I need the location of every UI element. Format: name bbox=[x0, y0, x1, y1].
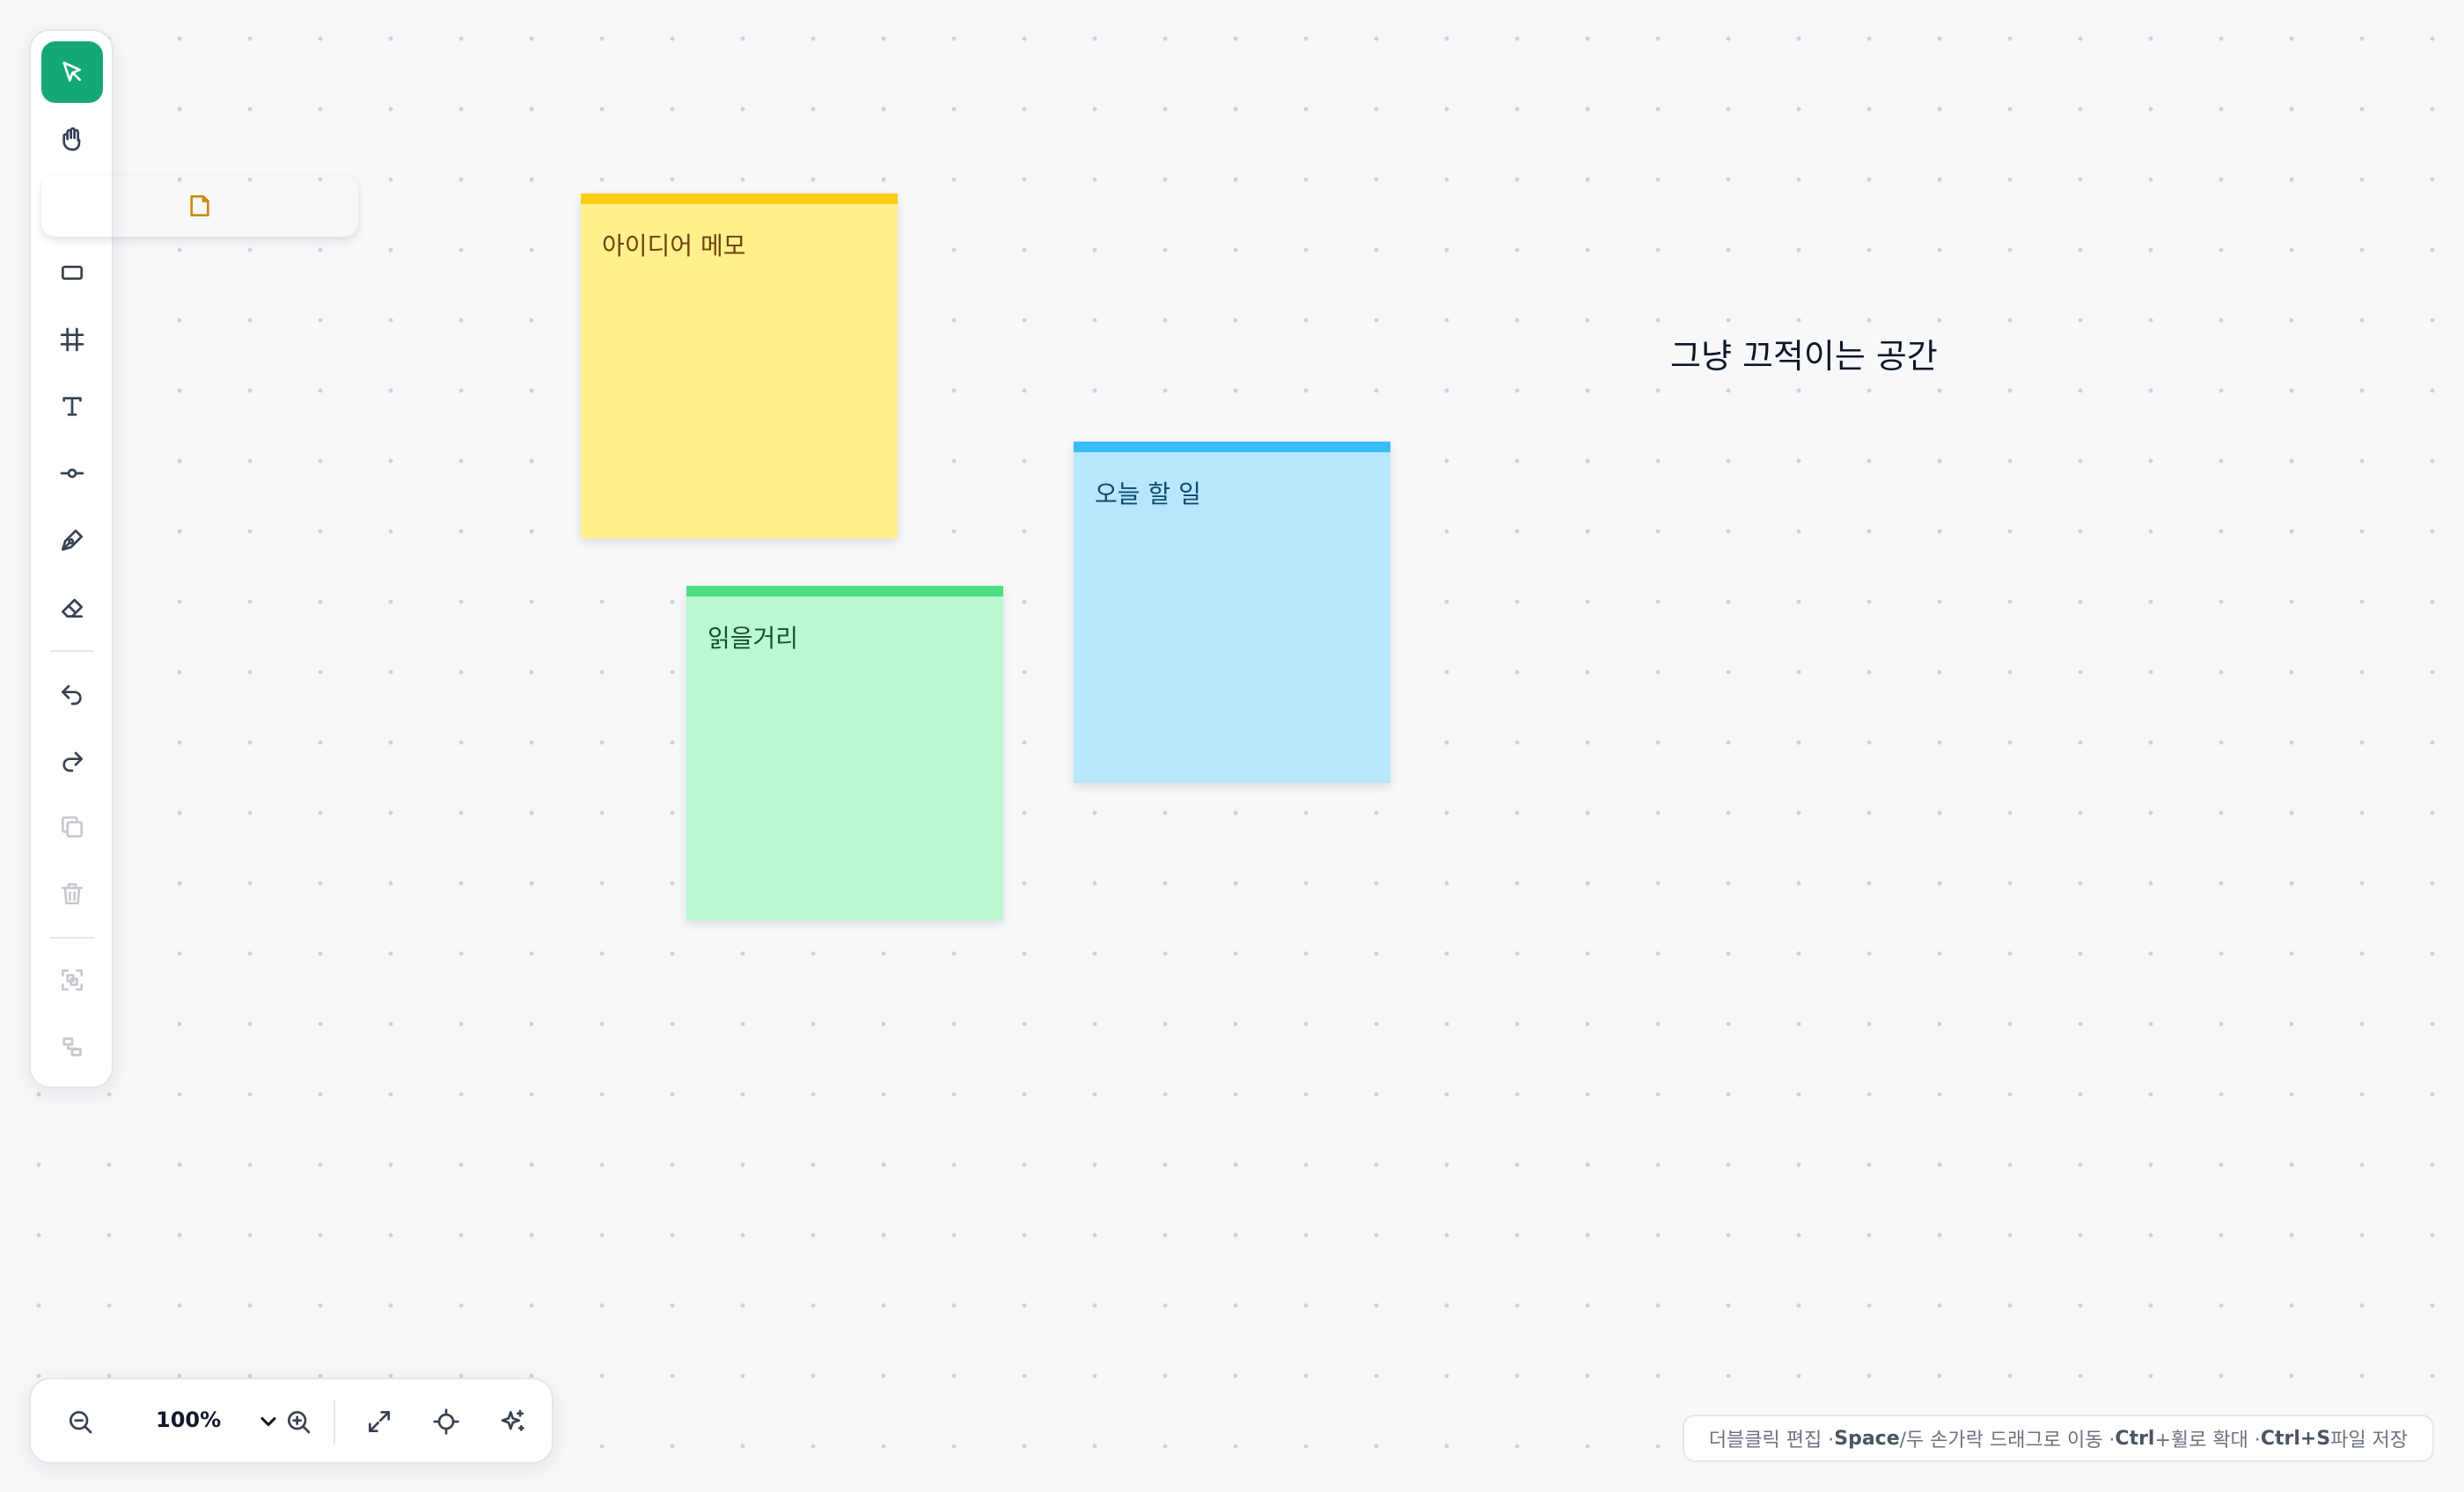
select-tool-button[interactable] bbox=[41, 41, 103, 103]
canvas-text-element[interactable]: 그냥 끄적이는 공간 bbox=[1670, 329, 1938, 377]
undo-icon bbox=[62, 684, 82, 706]
rectangle-icon bbox=[62, 266, 83, 280]
zoom-out-icon bbox=[70, 1411, 92, 1434]
zoom-bar-divider bbox=[334, 1401, 335, 1444]
hint-text: 더블클릭 편집 · bbox=[1708, 1430, 1835, 1452]
expand-icon bbox=[369, 1411, 390, 1432]
eraser-tool-button[interactable] bbox=[41, 576, 103, 638]
sparkles-icon bbox=[501, 1409, 524, 1431]
zoom-in-icon bbox=[288, 1411, 311, 1434]
center-view-button[interactable] bbox=[423, 1399, 469, 1444]
hand-tool-button[interactable] bbox=[41, 108, 103, 170]
redo-button[interactable] bbox=[41, 729, 103, 791]
hint-key: Space bbox=[1834, 1427, 1900, 1450]
sticky-note-yellow[interactable]: 아이디어 메모 bbox=[581, 194, 898, 538]
copy-icon bbox=[62, 816, 83, 837]
align-button[interactable] bbox=[41, 1016, 103, 1078]
rectangle-tool-button[interactable] bbox=[41, 242, 103, 304]
hint-text: /두 손가락 드래그로 이동 · bbox=[1899, 1430, 2116, 1452]
zoom-out-button[interactable] bbox=[57, 1399, 103, 1444]
zoom-level-select[interactable]: 100% bbox=[121, 1399, 288, 1444]
duplicate-button[interactable] bbox=[41, 796, 103, 858]
fit-to-screen-button[interactable] bbox=[356, 1399, 402, 1444]
frame-icon bbox=[60, 327, 84, 352]
eraser-icon bbox=[62, 598, 83, 618]
trash-icon bbox=[62, 883, 83, 904]
keyboard-hint: 더블클릭 편집 · Space /두 손가락 드래그로 이동 · Ctrl +휠… bbox=[1683, 1415, 2434, 1462]
left-toolbar bbox=[29, 29, 209, 1088]
hint-key: Ctrl+S bbox=[2260, 1427, 2331, 1450]
toolbar-divider bbox=[50, 650, 94, 652]
text-tool-button[interactable] bbox=[41, 376, 103, 437]
sticky-note-text: 읽을거리 bbox=[708, 624, 799, 653]
zoom-controls: 100% bbox=[29, 1378, 554, 1464]
pen-tool-button[interactable] bbox=[41, 509, 103, 571]
text-icon bbox=[62, 397, 82, 416]
group-icon bbox=[62, 969, 83, 991]
connector-icon bbox=[60, 468, 84, 479]
sticky-note-tool-button[interactable] bbox=[41, 175, 358, 237]
crosshair-icon bbox=[433, 1408, 459, 1435]
redo-icon bbox=[62, 751, 83, 772]
pen-icon bbox=[62, 530, 83, 551]
connector-tool-button[interactable] bbox=[41, 442, 103, 504]
zoom-in-button[interactable] bbox=[275, 1399, 321, 1444]
sticky-note-text: 아이디어 메모 bbox=[602, 231, 746, 260]
toolbar-divider bbox=[50, 937, 94, 939]
frame-tool-button[interactable] bbox=[41, 309, 103, 370]
sticky-note-header-bar bbox=[1074, 442, 1390, 452]
group-button[interactable] bbox=[41, 949, 103, 1011]
sticky-note-header-bar bbox=[686, 586, 1003, 596]
ai-magic-button[interactable] bbox=[490, 1399, 536, 1444]
align-icon bbox=[62, 1037, 82, 1057]
hint-text: 파일 저장 bbox=[2330, 1430, 2409, 1452]
sticky-note-blue[interactable]: 오늘 할 일 bbox=[1074, 442, 1390, 783]
hand-icon bbox=[62, 127, 81, 151]
undo-button[interactable] bbox=[41, 662, 103, 724]
cursor-icon bbox=[62, 62, 81, 82]
sticky-note-header-bar bbox=[581, 194, 898, 204]
sticky-note-green[interactable]: 읽을거리 bbox=[686, 586, 1003, 920]
hint-text: +휠로 확대 · bbox=[2154, 1430, 2261, 1452]
zoom-level-value: 100% bbox=[156, 1408, 222, 1432]
hint-key: Ctrl bbox=[2115, 1427, 2155, 1450]
sticky-note-text: 오늘 할 일 bbox=[1095, 479, 1201, 508]
delete-button[interactable] bbox=[41, 863, 103, 925]
sticky-note-icon bbox=[190, 195, 209, 216]
